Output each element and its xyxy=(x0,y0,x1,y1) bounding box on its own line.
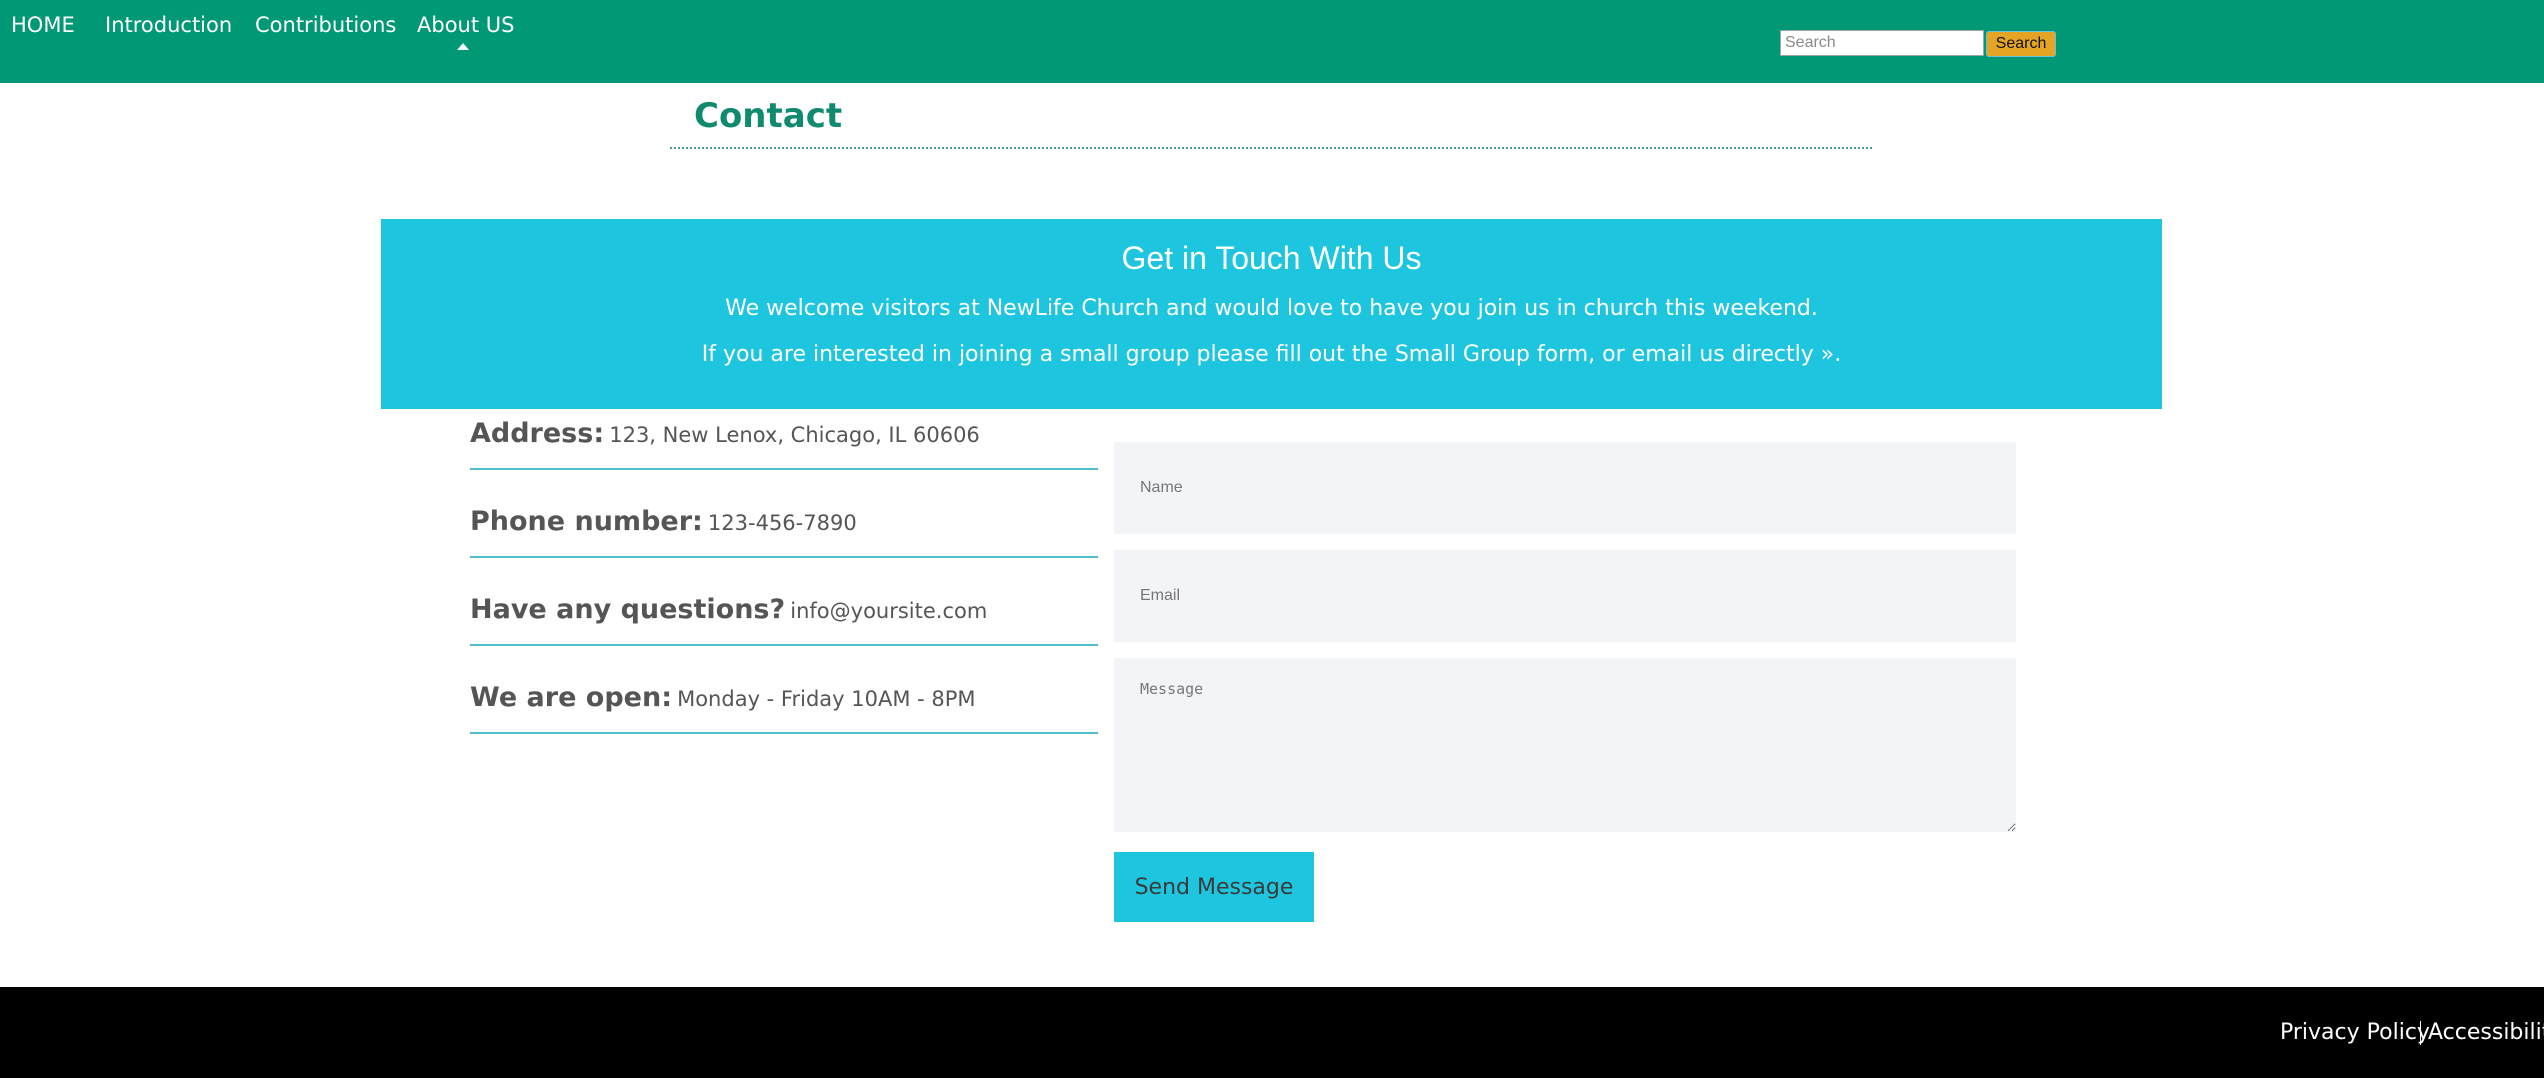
nav-item-contributions[interactable]: Contributions xyxy=(255,13,396,37)
page-title: Contact xyxy=(694,96,843,136)
footer-link-accessibility[interactable]: Accessibility xyxy=(2428,1020,2544,1046)
send-message-button[interactable]: Send Message xyxy=(1114,852,1314,922)
contact-info-address: Address: 123, New Lenox, Chicago, IL 606… xyxy=(470,418,1098,470)
footer: Privacy Policy Accessibility xyxy=(0,987,2544,1078)
contact-info-questions: Have any questions? info@yoursite.com xyxy=(470,594,1098,646)
nav-item-about-us[interactable]: About US xyxy=(417,13,514,37)
title-divider xyxy=(670,147,1872,149)
nav-item-introduction[interactable]: Introduction xyxy=(105,13,232,37)
banner-small-group-text: If you are interested in joining a small… xyxy=(701,342,1842,367)
get-in-touch-banner: Get in Touch With Us We welcome visitors… xyxy=(381,219,2162,409)
address-value: 123, New Lenox, Chicago, IL 60606 xyxy=(609,423,980,447)
hours-label: We are open: xyxy=(470,682,672,713)
phone-label: Phone number: xyxy=(470,506,703,537)
footer-link-divider xyxy=(2420,1021,2421,1045)
address-label: Address: xyxy=(470,418,605,449)
email-value: info@yoursite.com xyxy=(790,599,988,623)
footer-link-privacy-policy[interactable]: Privacy Policy xyxy=(2280,1020,2430,1046)
phone-value: 123-456-7890 xyxy=(707,511,857,535)
banner-welcome-text: We welcome visitors at NewLife Church an… xyxy=(725,296,1818,321)
contact-info-hours: We are open: Monday - Friday 10AM - 8PM xyxy=(470,682,1098,734)
hours-value: Monday - Friday 10AM - 8PM xyxy=(677,687,976,711)
active-indicator-caret-icon xyxy=(457,43,469,50)
contact-info-phone: Phone number: 123-456-7890 xyxy=(470,506,1098,558)
nav-item-home[interactable]: HOME xyxy=(11,13,75,37)
search-button[interactable]: Search xyxy=(1986,31,2056,57)
search-input[interactable] xyxy=(1780,30,1984,56)
name-field[interactable] xyxy=(1114,442,2016,534)
questions-label: Have any questions? xyxy=(470,594,786,625)
message-field[interactable] xyxy=(1114,658,2016,832)
banner-heading: Get in Touch With Us xyxy=(1121,240,1422,276)
email-field[interactable] xyxy=(1114,550,2016,642)
top-navigation-bar: HOME Introduction Contributions About US… xyxy=(0,0,2544,83)
